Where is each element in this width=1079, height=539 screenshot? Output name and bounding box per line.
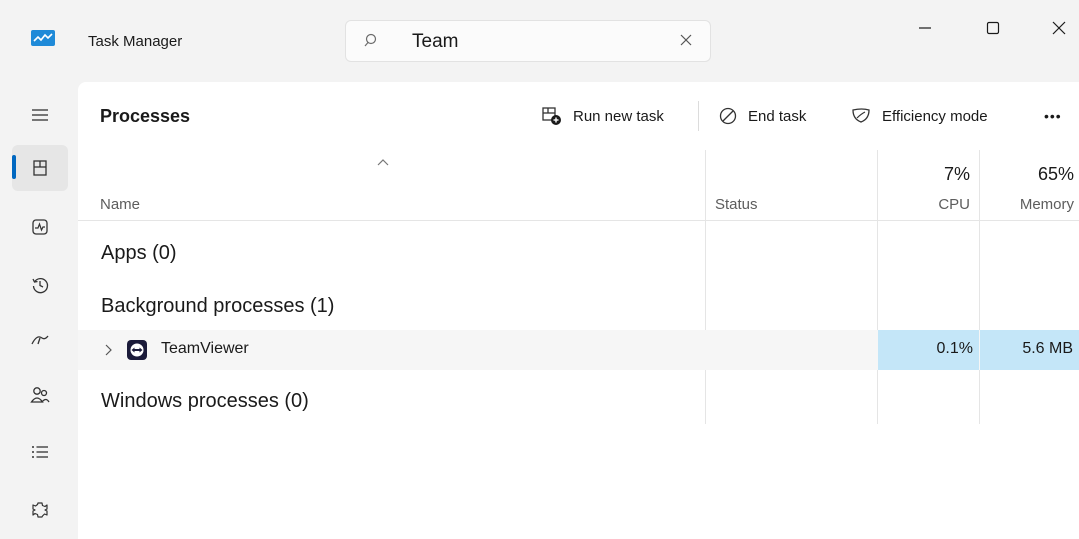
efficiency-mode-label: Efficiency mode <box>882 107 988 125</box>
group-apps[interactable]: Apps (0) <box>101 242 177 265</box>
services-icon <box>32 502 48 518</box>
more-options-icon: ••• <box>1044 108 1062 124</box>
column-divider <box>979 150 980 424</box>
minimize-button[interactable] <box>902 10 948 46</box>
column-header-memory[interactable]: Memory <box>1020 196 1074 213</box>
cpu-total-percent: 7% <box>943 164 970 184</box>
details-icon <box>32 446 48 458</box>
title-bar: Task Manager Team <box>0 0 1079 82</box>
memory-total-percent: 65% <box>1037 164 1074 184</box>
teamviewer-icon <box>127 340 147 360</box>
table-row[interactable]: TeamViewer 0.1% 5.6 MB <box>78 330 1079 370</box>
close-icon <box>1052 21 1066 35</box>
run-new-task-button[interactable]: Run new task <box>541 102 664 130</box>
minimize-icon <box>919 27 931 29</box>
sidebar-item-app-history[interactable] <box>12 262 68 308</box>
expand-chevron-icon[interactable] <box>104 344 112 356</box>
search-input[interactable]: Team <box>412 31 458 53</box>
sort-ascending-icon[interactable] <box>376 158 390 166</box>
sidebar-item-performance[interactable] <box>12 204 68 250</box>
column-header-status[interactable]: Status <box>715 196 758 213</box>
search-box[interactable]: Team <box>345 20 711 62</box>
process-memory: 5.6 MB <box>1022 340 1073 357</box>
process-table: Name Status 7% CPU 65% Memory Apps (0) B… <box>78 150 1079 539</box>
command-separator <box>698 101 699 131</box>
task-manager-icon <box>31 30 55 46</box>
processes-icon <box>33 160 47 176</box>
column-divider <box>705 150 706 424</box>
command-bar: Processes Run new task End task Efficien… <box>78 82 1079 150</box>
close-button[interactable] <box>1036 10 1079 46</box>
group-background-processes[interactable]: Background processes (1) <box>101 295 334 318</box>
column-header-cpu[interactable]: CPU <box>938 196 970 213</box>
process-name: TeamViewer <box>161 340 249 357</box>
users-icon <box>30 387 50 403</box>
navigation-sidebar <box>0 82 78 539</box>
end-task-button[interactable]: End task <box>718 102 806 130</box>
efficiency-leaf-icon <box>852 108 870 123</box>
maximize-button[interactable] <box>970 10 1016 46</box>
process-cpu: 0.1% <box>936 340 973 357</box>
run-new-task-icon <box>542 107 561 125</box>
search-icon <box>364 33 377 47</box>
group-windows-processes[interactable]: Windows processes (0) <box>101 390 309 413</box>
end-task-icon <box>719 107 737 125</box>
column-header-name[interactable]: Name <box>100 196 140 213</box>
more-options-button[interactable]: ••• <box>1044 102 1062 130</box>
header-divider <box>78 220 1079 221</box>
sidebar-item-users[interactable] <box>12 372 68 418</box>
startup-icon <box>31 335 49 345</box>
active-indicator <box>12 155 16 179</box>
sidebar-item-details[interactable] <box>12 429 68 475</box>
processes-panel: Processes Run new task End task Efficien… <box>78 82 1079 539</box>
history-icon <box>32 278 49 294</box>
performance-icon <box>32 219 48 235</box>
page-title: Processes <box>100 106 191 126</box>
maximize-icon <box>986 21 1000 35</box>
app-title: Task Manager <box>88 33 183 50</box>
sidebar-item-services[interactable] <box>12 487 68 533</box>
hamburger-icon <box>32 109 48 121</box>
end-task-label: End task <box>748 107 807 125</box>
efficiency-mode-button[interactable]: Efficiency mode <box>850 102 988 130</box>
clear-search-icon[interactable] <box>678 32 694 48</box>
sidebar-item-processes[interactable] <box>12 145 68 191</box>
column-divider <box>877 150 878 424</box>
sidebar-item-startup-apps[interactable] <box>12 317 68 363</box>
run-new-task-label: Run new task <box>573 107 664 125</box>
hamburger-menu-button[interactable] <box>12 92 68 138</box>
